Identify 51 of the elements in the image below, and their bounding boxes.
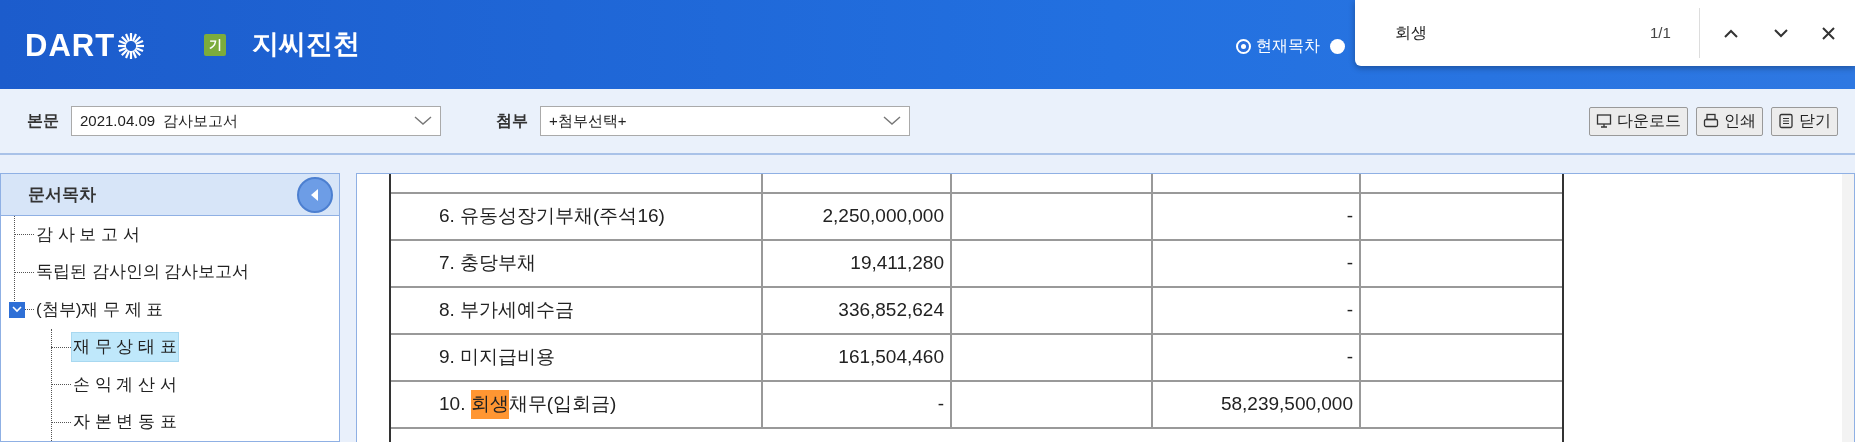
company-title: 지씨진천 bbox=[252, 28, 361, 62]
table-cell: - bbox=[1153, 288, 1361, 333]
table-cell: - bbox=[1153, 335, 1361, 380]
table-cell: - bbox=[763, 382, 952, 427]
radio-button[interactable] bbox=[1330, 38, 1345, 54]
toc-item[interactable]: 손 익 계 산 서 bbox=[71, 369, 179, 400]
field-label: 본문 bbox=[27, 111, 59, 131]
scrollbar[interactable] bbox=[1842, 174, 1854, 442]
collapse-toggle[interactable] bbox=[9, 301, 25, 318]
chevron-down-icon bbox=[1773, 28, 1788, 38]
table-cell: 7. 충당부채 bbox=[391, 241, 763, 286]
monitor-icon bbox=[1596, 113, 1612, 129]
table-cell: 6. 유동성장기부채(주석16) bbox=[391, 194, 763, 239]
find-input[interactable]: 회생 bbox=[1395, 21, 1625, 45]
table-cell: 8. 부가세예수금 bbox=[391, 288, 763, 333]
radio-button[interactable] bbox=[1236, 38, 1251, 54]
dropdown-chevron-icon bbox=[414, 116, 432, 126]
toc-item[interactable]: 자 본 변 동 표 bbox=[71, 407, 179, 438]
radio-label: 현재목차 bbox=[1256, 36, 1320, 56]
field-label: 첨부 bbox=[496, 111, 528, 131]
dropdown-chevron-icon bbox=[883, 116, 901, 126]
table-cell: 2,250,000,000 bbox=[763, 194, 952, 239]
toc-item[interactable]: 재 무 상 태 표 bbox=[71, 332, 179, 363]
match-count: 1/1 bbox=[1650, 22, 1671, 43]
sidebar-title: 문서목차 bbox=[28, 183, 96, 206]
chevron-up-icon bbox=[1723, 28, 1738, 38]
table-cell: - bbox=[1153, 194, 1361, 239]
sunburst-icon bbox=[116, 30, 147, 61]
print-button[interactable]: 인쇄 bbox=[1696, 106, 1763, 136]
toc-item[interactable]: 감 사 보 고 서 bbox=[34, 219, 142, 250]
collapse-sidebar-button[interactable] bbox=[297, 176, 333, 213]
triangle-left-icon bbox=[311, 188, 319, 201]
table-cell: 58,239,500,000 bbox=[1153, 382, 1361, 427]
toc-item[interactable]: 독립된 감사인의 감사보고서 bbox=[34, 257, 252, 288]
chevron-icon bbox=[12, 306, 22, 314]
close-icon bbox=[1821, 25, 1837, 41]
toc-item[interactable]: (첨부)재 무 제 표 bbox=[34, 294, 166, 325]
logo: DART bbox=[25, 30, 116, 61]
printer-icon bbox=[1703, 113, 1719, 129]
category-badge: 기 bbox=[204, 33, 227, 56]
attachment-select[interactable]: +첨부선택+ bbox=[540, 106, 910, 136]
table-cell: 336,852,624 bbox=[763, 288, 952, 333]
table-cell: 161,504,460 bbox=[763, 335, 952, 380]
table-cell: 9. 미지급비용 bbox=[391, 335, 763, 380]
download-button[interactable]: 다운로드 bbox=[1589, 106, 1688, 136]
report-select[interactable]: 2021.04.09 감사보고서 bbox=[71, 106, 441, 136]
table-cell: 19,411,280 bbox=[763, 241, 952, 286]
document-icon bbox=[1778, 113, 1794, 129]
table-cell: 10. 회생채무(입회금) bbox=[391, 382, 763, 427]
table-cell: - bbox=[1153, 241, 1361, 286]
close-button[interactable]: 닫기 bbox=[1771, 106, 1838, 136]
